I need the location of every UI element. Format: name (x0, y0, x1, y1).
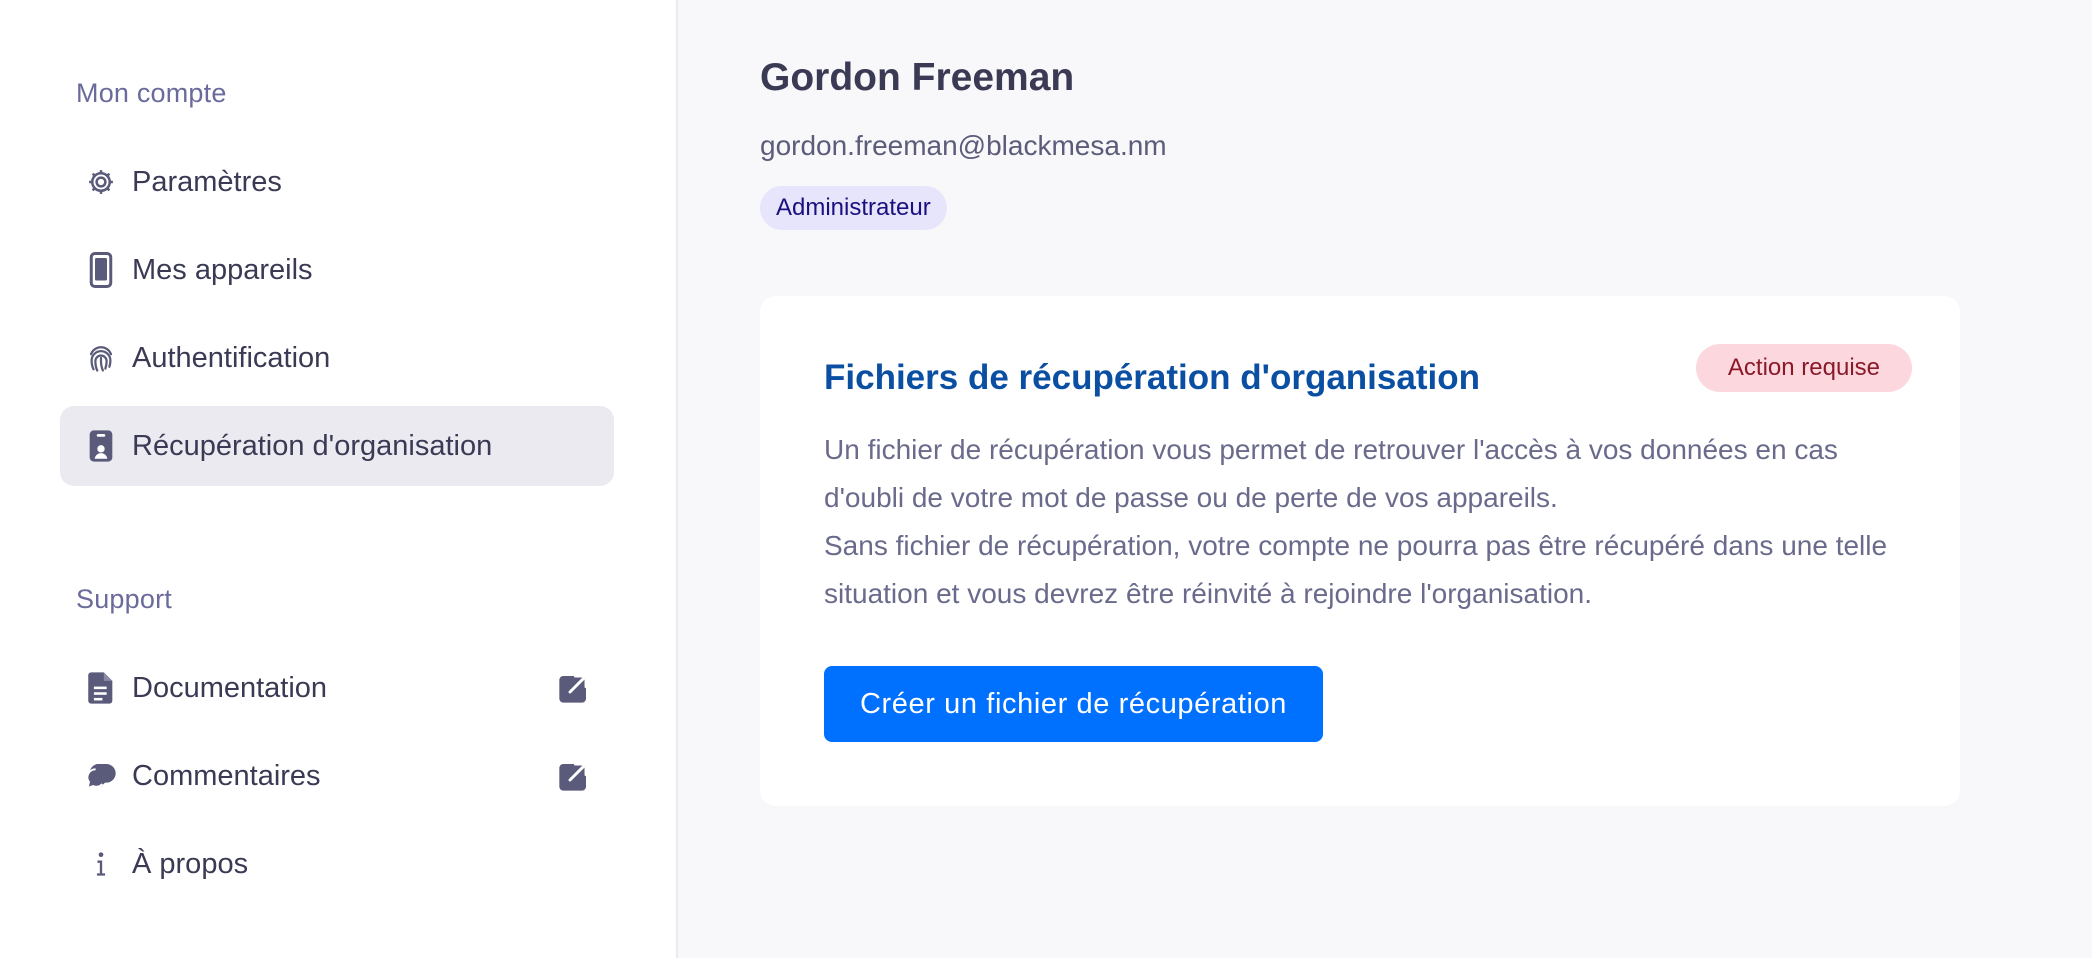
sidebar-item-label: Commentaires (132, 759, 321, 792)
external-link-icon (558, 760, 590, 792)
section-title-account: Mon compte (76, 78, 227, 108)
sidebar-item-label: Paramètres (132, 165, 282, 198)
card-title: Fichiers de récupération d'organisation (824, 358, 1480, 397)
sidebar-item-label: Mes appareils (132, 253, 313, 286)
badge-id-icon (84, 429, 118, 463)
description-paragraph: Un fichier de récupération vous permet d… (824, 434, 1838, 513)
recovery-card: Fichiers de récupération d'organisation … (760, 296, 1960, 806)
card-description: Un fichier de récupération vous permet d… (824, 426, 1914, 618)
external-link-icon (558, 672, 590, 704)
sidebar: Mon compte Paramètres Mes appareils Auth… (0, 0, 678, 958)
create-recovery-file-button[interactable]: Créer un fichier de récupération (824, 666, 1324, 742)
phone-icon (84, 252, 118, 288)
sidebar-item-settings[interactable]: Paramètres (60, 142, 614, 222)
user-name: Gordon Freeman (760, 56, 1075, 99)
chat-bubbles-icon (84, 759, 118, 793)
section-title-support: Support (76, 584, 172, 614)
sidebar-item-about[interactable]: À propos (60, 824, 614, 904)
info-icon (84, 847, 118, 881)
sidebar-item-label: Documentation (132, 671, 328, 704)
status-badge: Action requise (1695, 344, 1912, 392)
user-email: gordon.freeman@blackmesa.nm (760, 130, 1167, 161)
sidebar-item-devices[interactable]: Mes appareils (60, 230, 614, 310)
sidebar-item-label: À propos (132, 847, 249, 880)
document-icon (84, 671, 118, 705)
role-badge: Administrateur (760, 186, 947, 230)
fingerprint-icon (84, 341, 118, 375)
sidebar-item-authentication[interactable]: Authentification (60, 318, 614, 398)
sidebar-item-feedback[interactable]: Commentaires (60, 736, 614, 816)
gear-icon (84, 165, 118, 199)
description-paragraph: Sans fichier de récupération, votre comp… (824, 530, 1888, 609)
sidebar-item-label: Récupération d'organisation (132, 429, 493, 462)
sidebar-item-organization-recovery[interactable]: Récupération d'organisation (60, 406, 614, 486)
sidebar-item-label: Authentification (132, 341, 331, 374)
sidebar-item-documentation[interactable]: Documentation (60, 648, 614, 728)
